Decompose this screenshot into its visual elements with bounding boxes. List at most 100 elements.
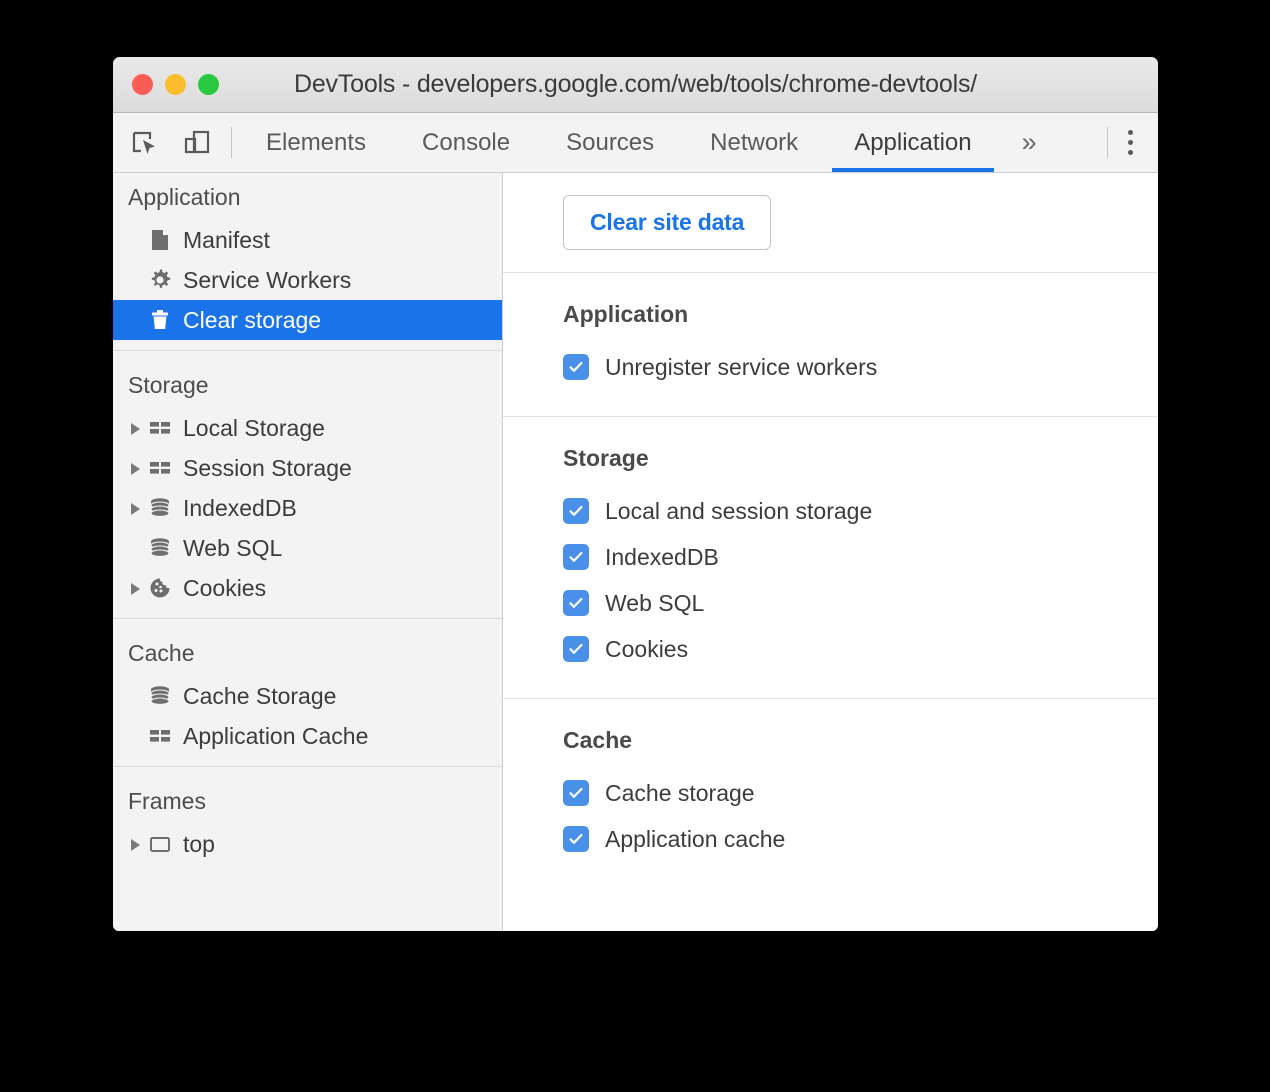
option-group-storage: Storage Local and session storage Indexe… (503, 417, 1158, 699)
checkbox-label: IndexedDB (605, 543, 719, 570)
tab-sources[interactable]: Sources (538, 113, 682, 172)
clear-site-data-row: Clear site data (503, 173, 1158, 273)
checkbox-checked-icon[interactable] (563, 354, 589, 380)
option-group-application: Application Unregister service workers (503, 273, 1158, 417)
chevron-right-icon[interactable] (128, 420, 144, 436)
minimize-button[interactable] (165, 74, 186, 95)
checkbox-row-cookies[interactable]: Cookies (563, 626, 1158, 672)
checkbox-checked-icon[interactable] (563, 544, 589, 570)
checkbox-row-application-cache[interactable]: Application cache (563, 816, 1158, 862)
gear-icon (148, 268, 172, 292)
sidebar-item-local-storage[interactable]: Local Storage (113, 408, 502, 448)
sidebar-item-service-workers[interactable]: Service Workers (113, 260, 502, 300)
checkbox-checked-icon[interactable] (563, 498, 589, 524)
sidebar-item-label: Local Storage (183, 414, 325, 441)
group-title: Storage (563, 445, 649, 471)
checkbox-row-indexeddb[interactable]: IndexedDB (563, 534, 1158, 580)
chevron-right-icon[interactable] (128, 580, 144, 596)
table-icon (148, 724, 172, 748)
sidebar-item-label: Session Storage (183, 454, 352, 481)
sidebar-item-label: Service Workers (183, 266, 352, 293)
tab-label: Sources (566, 128, 655, 156)
sidebar-item-label: Cookies (183, 574, 267, 601)
kebab-dot (1127, 150, 1133, 155)
sidebar-item-session-storage[interactable]: Session Storage (113, 448, 502, 488)
sidebar-item-cookies[interactable]: Cookies (113, 568, 502, 608)
tab-label: Application (854, 128, 972, 156)
expand-arrow-placeholder (128, 540, 144, 556)
expand-arrow-placeholder (128, 232, 144, 248)
sidebar-section-cache: Cache Cache Storage Application Cache (113, 618, 502, 766)
toolbar-right (1107, 113, 1158, 172)
checkbox-label: Cache storage (605, 779, 755, 806)
group-title: Cache (563, 727, 633, 753)
tab-elements[interactable]: Elements (238, 113, 394, 172)
device-toolbar-icon[interactable] (182, 128, 212, 158)
sidebar-item-label: Manifest (183, 226, 270, 253)
sidebar-item-label: IndexedDB (183, 494, 297, 521)
checkbox-checked-icon[interactable] (563, 590, 589, 616)
tab-network[interactable]: Network (682, 113, 826, 172)
sidebar-item-cache-storage[interactable]: Cache Storage (113, 676, 502, 716)
checkbox-label: Application cache (605, 825, 786, 852)
more-tabs-button[interactable]: » (1000, 113, 1059, 172)
checkbox-row-web-sql[interactable]: Web SQL (563, 580, 1158, 626)
sidebar-section-storage: Storage Local Storage Session Storage In… (113, 350, 502, 618)
table-icon (148, 456, 172, 480)
sidebar-item-manifest[interactable]: Manifest (113, 220, 502, 260)
checkbox-row-cache-storage[interactable]: Cache storage (563, 770, 1158, 816)
checkbox-checked-icon[interactable] (563, 780, 589, 806)
more-options-icon[interactable] (1108, 113, 1152, 172)
checkbox-checked-icon[interactable] (563, 826, 589, 852)
sidebar-section-title: Cache (128, 640, 195, 666)
database-icon (148, 684, 172, 708)
sidebar-section-title: Storage (128, 372, 209, 398)
checkbox-row-local-and-session-storage[interactable]: Local and session storage (563, 488, 1158, 534)
kebab-dot (1127, 140, 1133, 145)
expand-arrow-placeholder (128, 272, 144, 288)
sidebar-item-clear-storage[interactable]: Clear storage (113, 300, 502, 340)
checkbox-label: Cookies (605, 635, 689, 662)
sidebar-item-top-frame[interactable]: top (113, 824, 502, 864)
application-sidebar: Application Manifest Service Workers Cle… (113, 173, 503, 931)
tab-application[interactable]: Application (826, 113, 999, 172)
clear-site-data-button[interactable]: Clear site data (563, 195, 772, 250)
maximize-button[interactable] (198, 74, 219, 95)
expand-arrow-placeholder (128, 688, 144, 704)
clear-storage-panel: Clear site data Application Unregister s… (503, 173, 1158, 931)
kebab-dot (1127, 130, 1133, 135)
close-button[interactable] (132, 74, 153, 95)
cookie-icon (148, 576, 172, 600)
sidebar-item-label: top (183, 830, 215, 857)
sidebar-item-application-cache[interactable]: Application Cache (113, 716, 502, 756)
table-icon (148, 416, 172, 440)
expand-arrow-placeholder (128, 312, 144, 328)
window-controls (132, 74, 219, 95)
toolbar-divider (231, 127, 232, 158)
sidebar-section-title: Frames (128, 788, 206, 814)
sidebar-section-title: Application (128, 184, 241, 210)
trash-icon (148, 308, 172, 332)
checkbox-checked-icon[interactable] (563, 636, 589, 662)
checkbox-label: Local and session storage (605, 497, 873, 524)
chevron-right-icon[interactable] (128, 836, 144, 852)
window-title: DevTools - developers.google.com/web/too… (294, 70, 977, 98)
sidebar-item-indexeddb[interactable]: IndexedDB (113, 488, 502, 528)
chevron-right-icon[interactable] (128, 460, 144, 476)
sidebar-item-label: Cache Storage (183, 682, 337, 709)
tab-console[interactable]: Console (394, 113, 538, 172)
document-icon (148, 228, 172, 252)
chevron-right-icon[interactable] (128, 500, 144, 516)
devtools-toolbar: Elements Console Sources Network Applica… (113, 113, 1158, 173)
sidebar-section-frames: Frames top (113, 766, 502, 874)
checkbox-label: Web SQL (605, 589, 705, 616)
database-icon (148, 536, 172, 560)
database-icon (148, 496, 172, 520)
tab-label: Console (422, 128, 511, 156)
sidebar-section-application: Application Manifest Service Workers Cle… (113, 173, 502, 350)
sidebar-item-web-sql[interactable]: Web SQL (113, 528, 502, 568)
checkbox-row-unregister-service-workers[interactable]: Unregister service workers (563, 344, 1158, 390)
inspect-element-icon[interactable] (130, 128, 160, 158)
devtools-body: Application Manifest Service Workers Cle… (113, 173, 1158, 931)
panel-tabs: Elements Console Sources Network Applica… (238, 113, 1059, 172)
